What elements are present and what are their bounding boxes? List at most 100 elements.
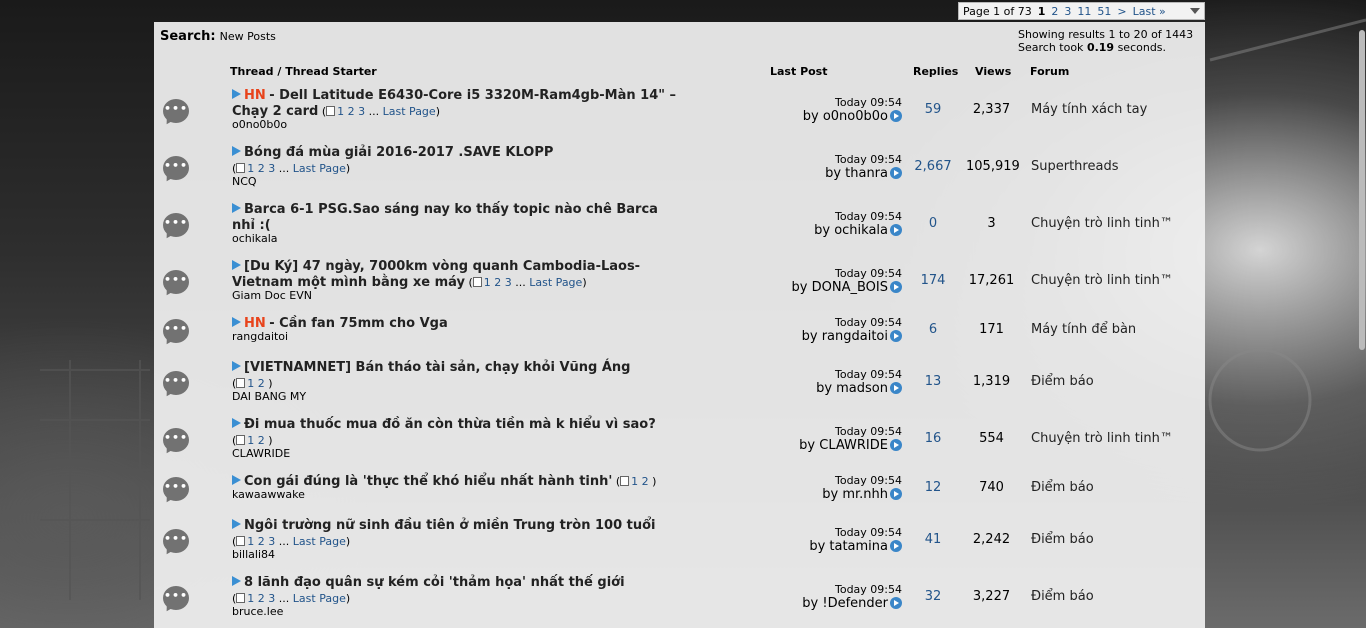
thread-last-page-link[interactable]: Last Page bbox=[293, 162, 346, 175]
thread-title-link[interactable]: Con gái đúng là 'thực thể khó hiểu nhất … bbox=[244, 474, 612, 489]
thread-starter-link[interactable]: DAI BANG MY bbox=[232, 390, 306, 403]
thread-page-link[interactable]: 2 bbox=[642, 475, 649, 488]
pagination-next[interactable]: > bbox=[1117, 5, 1126, 18]
thread-page-link[interactable]: 2 bbox=[258, 535, 265, 548]
pagination-link-3[interactable]: 3 bbox=[1064, 5, 1071, 18]
pagination-link-51[interactable]: 51 bbox=[1097, 5, 1111, 18]
last-post-user-link[interactable]: rangdaitoi bbox=[822, 329, 888, 344]
scrollbar[interactable] bbox=[1358, 0, 1366, 628]
pagination-dropdown-icon[interactable] bbox=[1190, 8, 1200, 14]
thread-page-link[interactable]: 3 bbox=[268, 535, 275, 548]
thread-page-link[interactable]: 1 bbox=[247, 535, 254, 548]
pagination-last[interactable]: Last » bbox=[1133, 5, 1166, 18]
forum-link[interactable]: Máy tính xách tay bbox=[1031, 102, 1147, 117]
thread-starter-link[interactable]: CLAWRIDE bbox=[232, 447, 290, 460]
replies-count-link[interactable]: 12 bbox=[899, 480, 967, 495]
thread-starter-link[interactable]: bruce.lee bbox=[232, 605, 283, 618]
thread-title-link[interactable]: Bóng đá mùa giải 2016-2017 .SAVE KLOPP bbox=[244, 145, 553, 160]
forum-link[interactable]: Chuyện trò linh tinh™ bbox=[1031, 431, 1173, 446]
thread-page-link[interactable]: 1 bbox=[247, 434, 254, 447]
replies-count-link[interactable]: 59 bbox=[899, 102, 967, 117]
thread-page-link[interactable]: 3 bbox=[358, 105, 365, 118]
forum-link[interactable]: Điểm báo bbox=[1031, 532, 1094, 547]
last-post-user-link[interactable]: thanra bbox=[845, 166, 888, 181]
forum-link[interactable]: Điểm báo bbox=[1031, 374, 1094, 389]
thread-title-link[interactable]: Đi mua thuốc mua đồ ăn còn thừa tiền mà … bbox=[244, 417, 656, 432]
forum-link[interactable]: Máy tính để bàn bbox=[1031, 322, 1136, 337]
column-header-last-post[interactable]: Last Post bbox=[770, 65, 828, 78]
thread-starter-link[interactable]: rangdaitoi bbox=[232, 330, 288, 343]
goto-first-unread-icon[interactable] bbox=[232, 146, 241, 156]
thread-starter-link[interactable]: o0no0b0o bbox=[232, 118, 287, 131]
thread-page-link[interactable]: 1 bbox=[247, 592, 254, 605]
column-header-views[interactable]: Views bbox=[975, 65, 1011, 78]
thread-page-link[interactable]: 2 bbox=[348, 105, 355, 118]
thread-page-link[interactable]: 1 bbox=[247, 162, 254, 175]
last-post-user-link[interactable]: !Defender bbox=[822, 596, 888, 611]
thread-starter-link[interactable]: billali84 bbox=[232, 548, 275, 561]
thread-title-link[interactable]: Barca 6-1 PSG.Sao sáng nay ko thấy topic… bbox=[232, 202, 658, 233]
thread-title-link[interactable]: - Cần fan 75mm cho Vga bbox=[269, 316, 448, 331]
replies-count-link[interactable]: 41 bbox=[899, 532, 967, 547]
thread-page-link[interactable]: 2 bbox=[258, 592, 265, 605]
goto-first-unread-icon[interactable] bbox=[232, 475, 241, 485]
thread-page-link[interactable]: 3 bbox=[505, 276, 512, 289]
goto-first-unread-icon[interactable] bbox=[232, 576, 241, 586]
goto-first-unread-icon[interactable] bbox=[232, 361, 241, 371]
last-post-user-link[interactable]: o0no0b0o bbox=[823, 109, 888, 124]
replies-count-link[interactable]: 6 bbox=[899, 322, 967, 337]
goto-first-unread-icon[interactable] bbox=[232, 203, 241, 213]
last-post-user-link[interactable]: tatamina bbox=[829, 539, 888, 554]
thread-page-link[interactable]: 2 bbox=[494, 276, 501, 289]
thread-title-link[interactable]: Ngôi trường nữ sinh đầu tiên ở miền Trun… bbox=[244, 518, 656, 533]
thread-last-page-link[interactable]: Last Page bbox=[529, 276, 582, 289]
last-post-user-link[interactable]: madson bbox=[836, 381, 888, 396]
replies-count-link[interactable]: 32 bbox=[899, 589, 967, 604]
goto-first-unread-icon[interactable] bbox=[232, 317, 241, 327]
scrollbar-thumb[interactable] bbox=[1359, 30, 1365, 350]
thread-page-link[interactable]: 2 bbox=[258, 434, 265, 447]
pagination-link-2[interactable]: 2 bbox=[1051, 5, 1058, 18]
replies-count-link[interactable]: 16 bbox=[899, 431, 967, 446]
thread-starter-link[interactable]: kawaawwake bbox=[232, 488, 305, 501]
column-header-thread[interactable]: Thread / Thread Starter bbox=[230, 65, 377, 78]
forum-link[interactable]: Superthreads bbox=[1031, 159, 1118, 174]
goto-first-unread-icon[interactable] bbox=[232, 519, 241, 529]
last-post-user-link[interactable]: ochikala bbox=[834, 223, 888, 238]
thread-starter-link[interactable]: Giam Doc EVN bbox=[232, 289, 312, 302]
thread-title-link[interactable]: - Dell Latitude E6430-Core i5 3320M-Ram4… bbox=[232, 88, 676, 119]
goto-first-unread-icon[interactable] bbox=[232, 260, 241, 270]
pagination-link-11[interactable]: 11 bbox=[1077, 5, 1091, 18]
thread-title-link[interactable]: 8 lãnh đạo quân sự kém cỏi 'thảm họa' nh… bbox=[244, 575, 625, 590]
thread-page-link[interactable]: 1 bbox=[247, 377, 254, 390]
thread-page-link[interactable]: 2 bbox=[258, 162, 265, 175]
thread-title-link[interactable]: [VIETNAMNET] Bán tháo tài sản, chạy khỏi… bbox=[244, 360, 631, 375]
thread-last-page-link[interactable]: Last Page bbox=[293, 535, 346, 548]
replies-count-link[interactable]: 2,667 bbox=[899, 159, 967, 174]
thread-starter-link[interactable]: ochikala bbox=[232, 232, 278, 245]
thread-page-link[interactable]: 1 bbox=[631, 475, 638, 488]
forum-link[interactable]: Chuyện trò linh tinh™ bbox=[1031, 216, 1173, 231]
replies-count-link[interactable]: 174 bbox=[899, 273, 967, 288]
forum-link[interactable]: Điểm báo bbox=[1031, 480, 1094, 495]
thread-last-page-link[interactable]: Last Page bbox=[383, 105, 436, 118]
thread-page-link[interactable]: 1 bbox=[337, 105, 344, 118]
thread-page-link[interactable]: 3 bbox=[268, 162, 275, 175]
replies-count-link[interactable]: 0 bbox=[899, 216, 967, 231]
forum-link[interactable]: Điểm báo bbox=[1031, 589, 1094, 604]
column-header-forum[interactable]: Forum bbox=[1030, 65, 1069, 78]
thread-page-link[interactable]: 1 bbox=[484, 276, 491, 289]
column-header-replies[interactable]: Replies bbox=[913, 65, 958, 78]
goto-first-unread-icon[interactable] bbox=[232, 89, 241, 99]
last-post-user-link[interactable]: mr.nhh bbox=[842, 487, 888, 502]
last-post-user-link[interactable]: DONA_BOIS bbox=[812, 280, 888, 295]
thread-starter-link[interactable]: NCQ bbox=[232, 175, 257, 188]
replies-count-link[interactable]: 13 bbox=[899, 374, 967, 389]
forum-link[interactable]: Chuyện trò linh tinh™ bbox=[1031, 273, 1173, 288]
thread-page-link[interactable]: 2 bbox=[258, 377, 265, 390]
thread-last-page-link[interactable]: Last Page bbox=[293, 592, 346, 605]
chat-bubble-icon: ••• bbox=[163, 272, 189, 286]
thread-page-link[interactable]: 3 bbox=[268, 592, 275, 605]
last-post-user-link[interactable]: CLAWRIDE bbox=[819, 438, 888, 453]
goto-first-unread-icon[interactable] bbox=[232, 418, 241, 428]
